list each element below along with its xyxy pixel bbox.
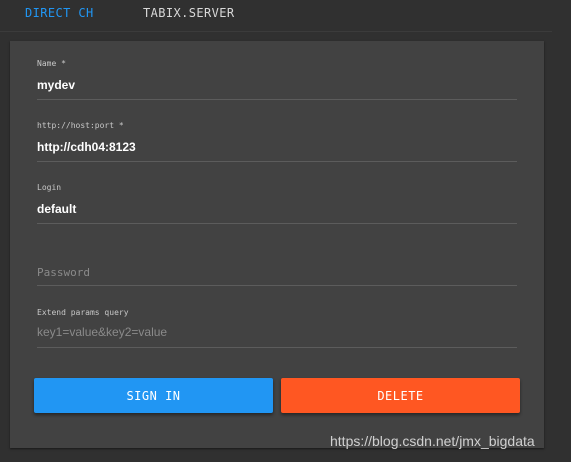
host-label: http://host:port * xyxy=(37,121,124,130)
connection-form-card: Name * http://host:port * Login Extend p… xyxy=(10,41,544,448)
name-field: Name * xyxy=(37,59,517,100)
params-label: Extend params query xyxy=(37,308,129,317)
password-field xyxy=(37,261,517,286)
tab-direct-ch[interactable]: DIRECT CH xyxy=(25,6,94,20)
sign-in-button[interactable]: SIGN IN xyxy=(34,378,273,413)
tab-bar: DIRECT CH TABIX.SERVER xyxy=(0,0,552,32)
watermark: https://blog.csdn.net/jmx_bigdata xyxy=(330,433,535,449)
tab-tabix-server[interactable]: TABIX.SERVER xyxy=(143,6,235,20)
password-input[interactable] xyxy=(37,265,517,279)
params-field: Extend params query xyxy=(37,308,517,348)
host-input[interactable] xyxy=(37,140,517,154)
host-field: http://host:port * xyxy=(37,121,517,162)
delete-button[interactable]: DELETE xyxy=(281,378,520,413)
name-input[interactable] xyxy=(37,78,517,92)
login-field: Login xyxy=(37,183,517,224)
login-label: Login xyxy=(37,183,62,192)
name-label: Name * xyxy=(37,59,66,68)
params-input[interactable] xyxy=(37,325,517,339)
login-input[interactable] xyxy=(37,202,517,216)
